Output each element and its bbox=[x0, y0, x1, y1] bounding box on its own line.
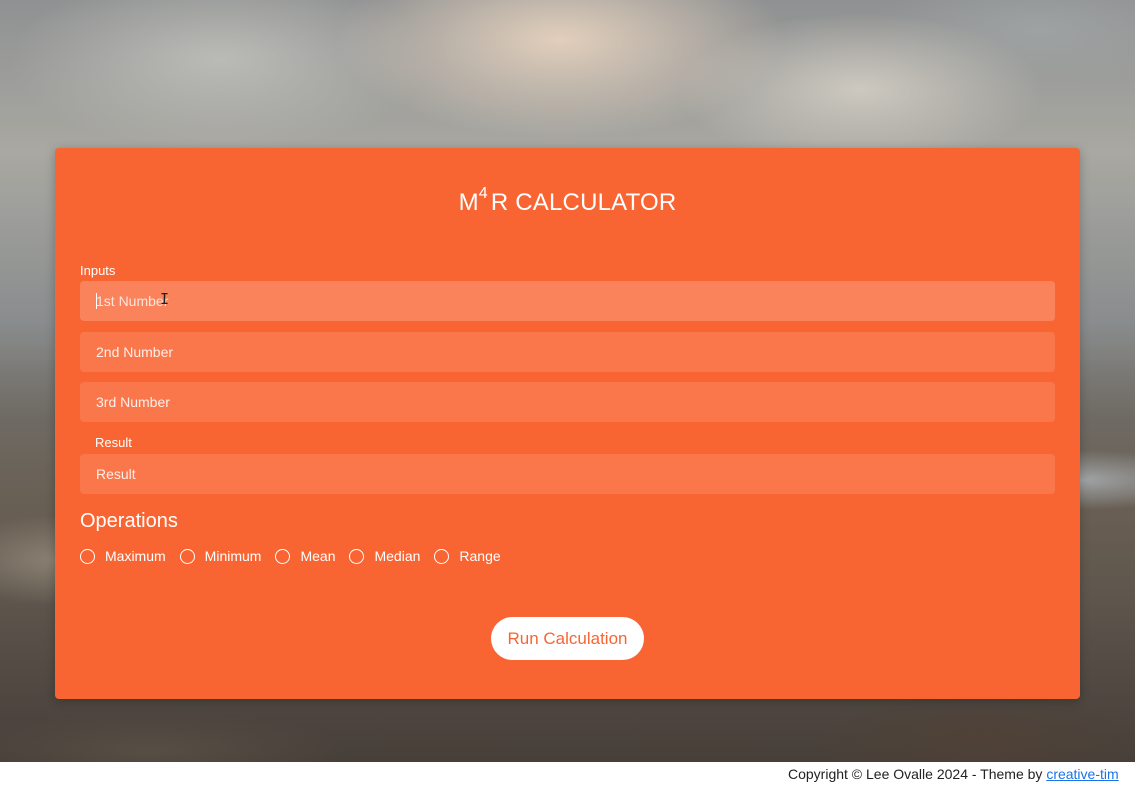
calculator-card: M4R CALCULATOR Inputs I Result Operation… bbox=[55, 148, 1080, 699]
operation-range[interactable]: Range bbox=[434, 548, 501, 564]
operation-label: Range bbox=[459, 548, 501, 564]
operations-radio-group: Maximum Minimum Mean Median Range bbox=[80, 546, 515, 566]
operation-label: Minimum bbox=[204, 548, 262, 564]
inputs-label: Inputs bbox=[80, 263, 116, 278]
footer: Copyright © Lee Ovalle 2024 - Theme by c… bbox=[0, 762, 1135, 807]
operation-mean[interactable]: Mean bbox=[275, 548, 335, 564]
second-number-input[interactable] bbox=[80, 332, 1055, 372]
text-caret bbox=[96, 293, 97, 309]
operation-label: Maximum bbox=[105, 548, 166, 564]
operation-minimum[interactable]: Minimum bbox=[179, 548, 262, 564]
ibeam-cursor-icon: I bbox=[160, 290, 170, 308]
title-main: M bbox=[458, 189, 479, 216]
page-title: M4 R CALCULATOR bbox=[55, 185, 1080, 217]
operation-median[interactable]: Median bbox=[349, 548, 420, 564]
radio-circle-icon[interactable] bbox=[80, 548, 95, 564]
creative-tim-link[interactable]: creative-tim bbox=[1046, 766, 1118, 782]
operation-label: Mean bbox=[300, 548, 336, 564]
run-calculation-button[interactable]: Run Calculation bbox=[491, 617, 644, 660]
footer-copyright: Copyright © Lee Ovalle 2024 - Theme by c… bbox=[788, 766, 1119, 782]
operations-title: Operations bbox=[80, 510, 178, 532]
radio-circle-icon[interactable] bbox=[275, 548, 291, 564]
copyright-text: Copyright © Lee Ovalle 2024 - Theme by bbox=[788, 766, 1047, 782]
result-label: Result bbox=[95, 435, 132, 450]
radio-circle-icon[interactable] bbox=[179, 548, 195, 564]
operation-maximum[interactable]: Maximum bbox=[80, 548, 166, 564]
title-rest: R CALCULATOR bbox=[490, 189, 677, 216]
title-superscript: 4 bbox=[478, 185, 488, 202]
first-number-input[interactable] bbox=[80, 281, 1055, 321]
third-number-input[interactable] bbox=[80, 382, 1055, 422]
radio-circle-icon[interactable] bbox=[434, 548, 450, 564]
operation-label: Median bbox=[374, 548, 421, 564]
page: M4R CALCULATOR Inputs I Result Operation… bbox=[0, 0, 1135, 807]
radio-circle-icon[interactable] bbox=[349, 548, 365, 564]
result-field[interactable] bbox=[80, 454, 1055, 494]
